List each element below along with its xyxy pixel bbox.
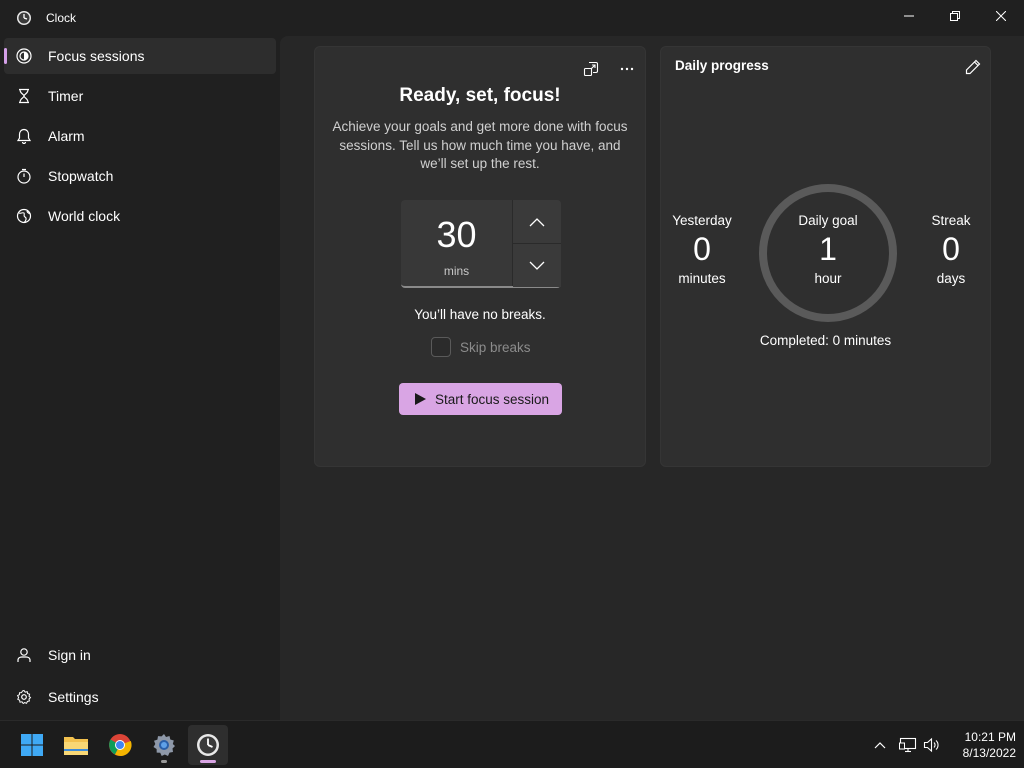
restore-button[interactable]: [932, 0, 978, 32]
hourglass-icon: [19, 88, 29, 104]
sidebar-item-timer[interactable]: Timer: [4, 78, 276, 114]
breaks-text: You’ll have no breaks.: [414, 307, 546, 322]
taskbar-date: 8/13/2022: [962, 746, 1016, 760]
sidebar-item-label: Timer: [48, 88, 84, 104]
yesterday-value: 0: [693, 231, 711, 267]
duration-stepper[interactable]: 30 mins: [401, 200, 561, 288]
taskbar-chrome[interactable]: [100, 725, 140, 765]
volume-icon: [923, 737, 939, 753]
yesterday-label: Yesterday: [672, 213, 732, 228]
active-indicator: [200, 760, 216, 763]
streak-value: 0: [942, 231, 960, 267]
sidebar: Focus sessions Timer Alarm Stopwatch Wor…: [0, 36, 280, 720]
bell-icon: [16, 128, 32, 144]
chevron-up-icon: [874, 742, 886, 749]
start-focus-session-button[interactable]: Start focus session: [399, 383, 562, 415]
daily-goal-label: Daily goal: [798, 213, 858, 228]
focus-icon: [16, 48, 32, 64]
sidebar-item-label: Stopwatch: [48, 168, 114, 184]
start-button[interactable]: [12, 725, 52, 765]
settings-app-icon: [153, 734, 175, 756]
network-button[interactable]: [898, 733, 918, 757]
daily-progress-title: Daily progress: [675, 58, 769, 73]
running-indicator: [161, 760, 167, 763]
compact-overlay-button[interactable]: [575, 55, 607, 83]
taskbar-clock-area[interactable]: 10:21 PM 8/13/2022: [946, 729, 1016, 761]
skip-breaks-row[interactable]: Skip breaks: [431, 337, 531, 357]
stopwatch-icon: [17, 168, 31, 184]
main-content: Ready, set, focus! Achieve your goals an…: [280, 36, 1024, 720]
focus-title: Ready, set, focus!: [399, 85, 561, 106]
person-icon: [17, 648, 31, 662]
sidebar-item-label: Focus sessions: [48, 48, 145, 64]
chevron-up-icon: [529, 217, 545, 226]
file-explorer-icon: [64, 737, 88, 755]
taskbar-file-explorer[interactable]: [56, 725, 96, 765]
sidebar-item-focus-sessions[interactable]: Focus sessions: [4, 38, 276, 74]
sidebar-item-alarm[interactable]: Alarm: [4, 118, 276, 154]
skip-breaks-checkbox[interactable]: [431, 337, 451, 357]
more-icon: [620, 67, 634, 71]
streak-label: Streak: [931, 213, 971, 228]
globe-icon: [16, 208, 32, 224]
sidebar-item-world-clock[interactable]: World clock: [4, 198, 276, 234]
sidebar-item-sign-in[interactable]: Sign in: [4, 637, 276, 673]
selection-indicator: [4, 48, 7, 64]
yesterday-stat: Yesterday 0 minutes: [657, 213, 747, 286]
window-title: Clock: [46, 11, 77, 25]
streak-unit: days: [936, 271, 966, 286]
more-options-button[interactable]: [611, 55, 643, 83]
title-bar: Clock: [0, 0, 1024, 36]
focus-session-card: Ready, set, focus! Achieve your goals an…: [314, 46, 646, 467]
clock-app-window: Clock Focus sessions Timer Alarm Stopwat…: [0, 0, 1024, 720]
taskbar-time: 10:21 PM: [964, 730, 1016, 744]
clock-app-icon: [197, 734, 219, 756]
start-icon: [21, 734, 43, 756]
gear-icon: [16, 689, 32, 705]
taskbar-clock[interactable]: [188, 725, 228, 765]
focus-description: Achieve your goals and get more done wit…: [332, 119, 628, 171]
taskbar: 10:21 PM 8/13/2022: [0, 720, 1024, 768]
sidebar-item-label: Alarm: [48, 128, 85, 144]
skip-breaks-label: Skip breaks: [460, 339, 531, 355]
compact-overlay-icon: [583, 61, 599, 77]
sidebar-item-label: Settings: [48, 689, 99, 705]
pencil-icon: [965, 59, 981, 75]
close-icon: [996, 11, 1006, 21]
duration-value[interactable]: 30: [401, 214, 512, 256]
taskbar-settings[interactable]: [144, 725, 184, 765]
edit-goals-button[interactable]: [957, 53, 989, 81]
yesterday-unit: minutes: [678, 271, 726, 286]
sidebar-item-stopwatch[interactable]: Stopwatch: [4, 158, 276, 194]
daily-goal-stat: Daily goal 1 hour: [756, 213, 900, 286]
streak-stat: Streak 0 days: [906, 213, 996, 286]
minimize-button[interactable]: [886, 0, 932, 32]
sidebar-item-settings[interactable]: Settings: [4, 679, 276, 715]
clock-app-icon: [17, 11, 31, 25]
show-hidden-icons-button[interactable]: [870, 733, 890, 757]
chevron-down-icon: [529, 261, 545, 270]
start-focus-session-label: Start focus session: [435, 391, 550, 407]
completed-text: Completed: 0 minutes: [759, 333, 892, 348]
duration-unit: mins: [443, 264, 470, 278]
daily-progress-card: Daily progress Yesterday 0 minutes Daily…: [660, 46, 991, 467]
sidebar-item-label: World clock: [48, 208, 121, 224]
daily-goal-value: 1: [819, 231, 837, 267]
play-icon: [415, 393, 426, 405]
daily-goal-unit: hour: [814, 271, 842, 286]
increase-duration-button[interactable]: [513, 200, 561, 243]
minimize-icon: [904, 15, 914, 17]
close-button[interactable]: [978, 0, 1024, 32]
volume-button[interactable]: [922, 733, 942, 757]
restore-icon: [950, 11, 960, 21]
network-icon: [899, 737, 917, 753]
decrease-duration-button[interactable]: [513, 244, 561, 287]
chrome-icon: [109, 734, 132, 757]
sidebar-item-label: Sign in: [48, 647, 91, 663]
